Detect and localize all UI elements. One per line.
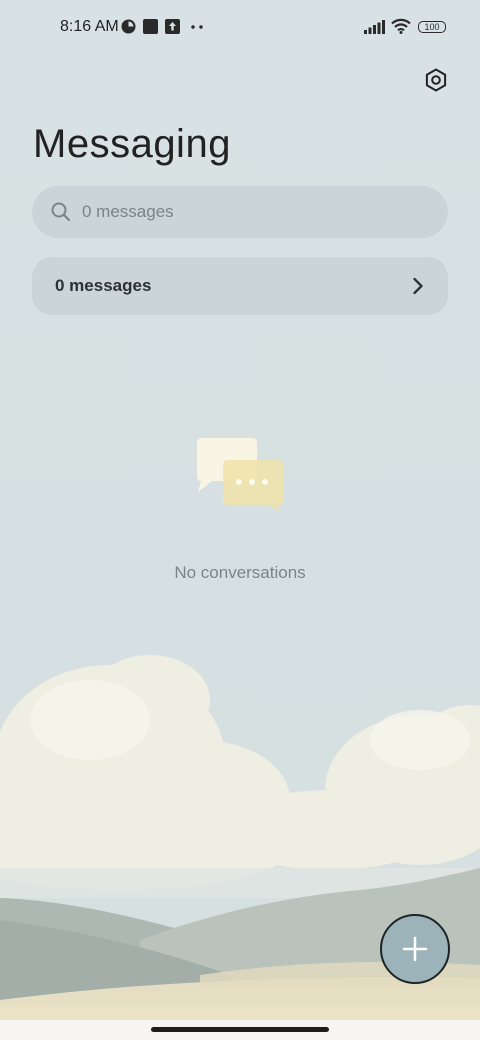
status-time: 8:16 AM [60, 18, 119, 35]
search-bar[interactable]: 0 messages [32, 186, 448, 238]
search-icon [51, 202, 71, 222]
new-conversation-button[interactable] [380, 914, 450, 984]
settings-button[interactable] [418, 62, 454, 98]
wifi-icon [391, 18, 411, 34]
plus-icon [402, 936, 428, 962]
empty-state-text: No conversations [174, 563, 306, 582]
settings-hexagon-icon [425, 68, 447, 92]
chat-bubbles-icon [197, 438, 283, 514]
messages-summary-row[interactable]: 0 messages [32, 257, 448, 315]
messages-count-label: 0 messages [55, 276, 152, 295]
notification-app-icon [121, 19, 136, 34]
search-placeholder: 0 messages [82, 202, 174, 221]
battery-icon: 100 [418, 21, 446, 33]
signal-icon [364, 20, 385, 34]
page-title: Messaging [33, 122, 231, 166]
square-app-icon [143, 19, 158, 34]
more-dots-icon [191, 25, 203, 29]
home-indicator[interactable] [151, 1027, 329, 1032]
upload-icon [165, 19, 180, 34]
battery-level: 100 [424, 21, 440, 32]
status-bar: 8:16 AM 100 [0, 0, 480, 56]
chevron-right-icon [413, 277, 423, 295]
